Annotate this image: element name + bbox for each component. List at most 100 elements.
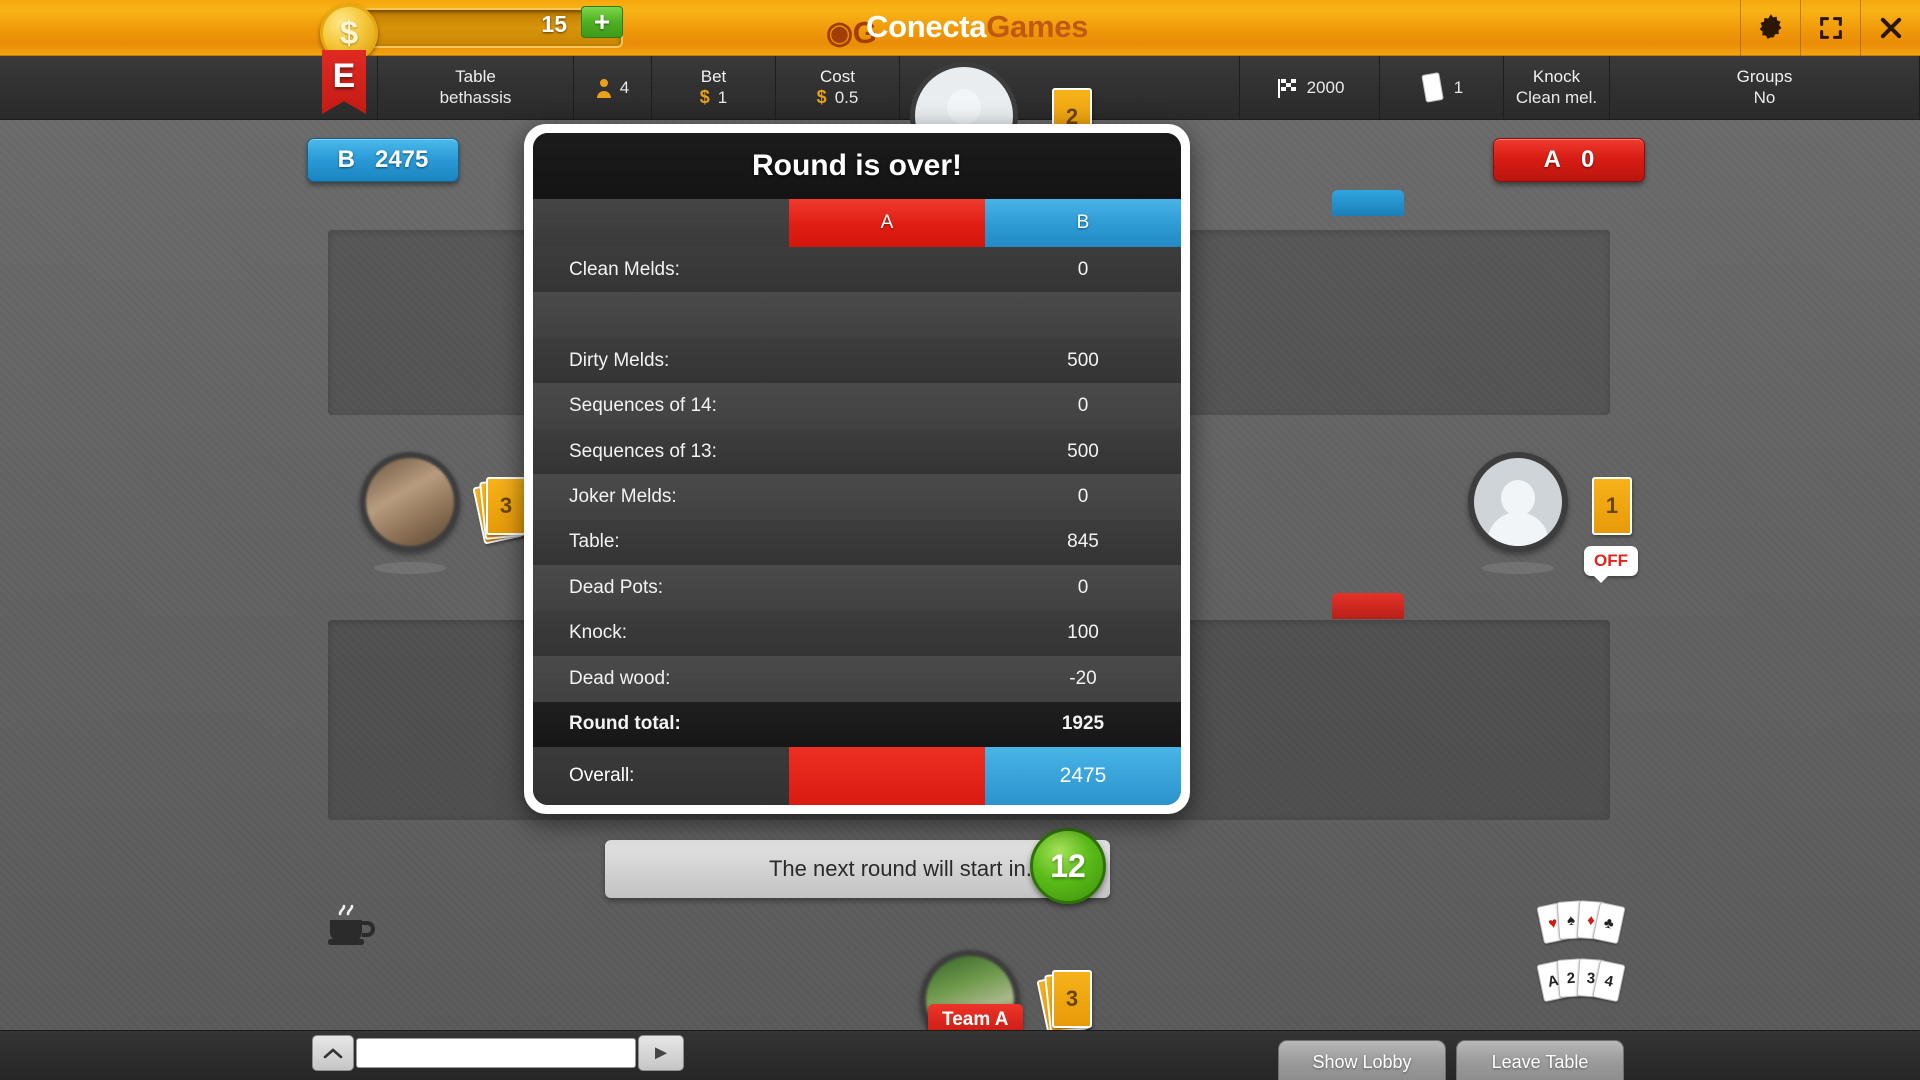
bottom-player-card-count: 3	[1052, 970, 1092, 1028]
score-row: Table: 845	[533, 519, 1181, 566]
card-icon	[1421, 71, 1444, 102]
checkered-flag-icon	[1277, 78, 1296, 98]
score-row-label: Knock:	[569, 622, 628, 644]
score-row-value-b: 0	[1077, 258, 1089, 280]
game-screen: 15 + $ ◉GConectaGames Table bethassis 4 …	[0, 0, 1920, 1080]
info-cell-players: 4	[574, 56, 652, 119]
score-row-value-b: 0	[1077, 395, 1089, 417]
gear-icon[interactable]	[1740, 0, 1800, 56]
score-row: Joker Melds: 0	[533, 474, 1181, 520]
chevron-up-icon[interactable]	[312, 1035, 354, 1071]
knock-label: Knock	[1532, 66, 1581, 86]
team-b-score: 2475	[374, 146, 429, 173]
team-b-letter: B	[337, 146, 355, 173]
score-row-value-b: -20	[1069, 667, 1097, 689]
card-suits-icon[interactable]: ♥ ♠ ♦ ♣	[1536, 900, 1628, 946]
right-player-status-badge: OFF	[1584, 546, 1638, 583]
right-player-card-fan: 1	[1588, 477, 1636, 543]
window-controls	[1740, 0, 1920, 56]
overall-value-team-a	[789, 747, 985, 805]
info-cell-goal: 2000	[1240, 56, 1380, 119]
score-row-value-b: 500	[1067, 440, 1099, 462]
cost-value: 0.5	[834, 87, 859, 107]
left-player-avatar[interactable]	[360, 452, 460, 552]
score-row-value-b: 0	[1077, 485, 1089, 507]
show-lobby-button[interactable]: Show Lobby	[1278, 1040, 1446, 1080]
round-over-dialog: Round is over! A B Clean Melds: 0 Dirty Me…	[524, 124, 1190, 814]
team-a-score: 0	[1580, 146, 1595, 173]
score-row: Sequences of 14: 0	[533, 383, 1181, 429]
card-ranks-icon[interactable]: A 2 3 4	[1536, 958, 1628, 1004]
send-arrow-icon[interactable]: ►	[638, 1035, 684, 1071]
table-value: bethassis	[439, 87, 512, 107]
score-row-label: Joker Melds:	[569, 485, 677, 507]
team-b-score-chip: B 2475	[307, 138, 459, 182]
dialog-title: Round is over!	[533, 133, 1181, 199]
brand-name-part2: Games	[986, 9, 1089, 44]
left-player-shadow	[374, 562, 446, 574]
left-player-card-fan: 3	[472, 477, 526, 545]
right-player-shadow	[1482, 562, 1554, 574]
top-bar: 15 + $ ◉GConectaGames	[0, 0, 1920, 62]
brand-name-part1: Conecta	[866, 9, 987, 44]
score-row-label: Sequences of 13:	[569, 440, 717, 462]
left-player-card-count: 3	[486, 477, 526, 535]
right-player-card-count: 1	[1592, 477, 1632, 535]
info-cell-decks: 1	[1380, 56, 1504, 119]
brand-logo: ◉GConectaGames	[826, 9, 1089, 50]
decks-value: 1	[1453, 77, 1464, 97]
info-cell-table: Table bethassis	[378, 56, 574, 119]
score-row-value-b: 500	[1067, 349, 1099, 371]
coin-amount: 15	[541, 11, 567, 37]
score-row: Clean Melds: 0	[533, 247, 1181, 293]
score-row: Round total: 1925	[533, 701, 1181, 747]
score-row: Dead Pots: 0	[533, 565, 1181, 611]
overall-row: Overall: 2475	[533, 747, 1181, 805]
score-row: Dead wood: -20	[533, 656, 1181, 702]
person-icon	[596, 78, 611, 98]
goal-value: 2000	[1306, 77, 1345, 97]
score-row	[533, 292, 1181, 338]
info-cell-bet: Bet $ 1	[652, 56, 776, 119]
bet-label: Bet	[700, 66, 727, 86]
info-cell-knock: Knock Clean mel.	[1504, 56, 1610, 119]
conectagames-logo-icon: ◉G	[826, 15, 877, 50]
score-row-value-b: 100	[1067, 622, 1099, 644]
close-icon[interactable]	[1860, 0, 1920, 56]
status-message-text: The next round will start in..	[768, 856, 1038, 881]
groups-value: No	[1753, 87, 1776, 107]
countdown-badge: 12	[1030, 828, 1106, 904]
bet-currency-icon: $	[699, 87, 710, 107]
team-a-score-chip: A 0	[1493, 138, 1645, 182]
coin-balance-widget[interactable]: 15 + $	[320, 4, 625, 62]
info-cell-cost: Cost $ 0.5	[776, 56, 900, 119]
overall-label: Overall:	[533, 747, 789, 805]
bottom-bar	[0, 1030, 1920, 1080]
score-table-body: Clean Melds: 0 Dirty Melds: 500 Sequences of…	[533, 247, 1181, 747]
score-row: Knock: 100	[533, 610, 1181, 657]
score-row-value-b: 845	[1067, 531, 1099, 553]
score-row-value-b: 1925	[1061, 713, 1105, 735]
knock-value: Clean mel.	[1515, 87, 1598, 107]
coffee-cup-icon[interactable]	[318, 900, 378, 954]
players-value: 4	[619, 77, 630, 97]
right-player-avatar[interactable]	[1468, 452, 1568, 552]
add-coins-button[interactable]: +	[581, 6, 623, 38]
column-header-team-b: B	[985, 199, 1181, 247]
score-row-label: Dead Pots:	[569, 576, 663, 598]
fullscreen-icon[interactable]	[1800, 0, 1860, 56]
score-row-label: Clean Melds:	[569, 258, 680, 280]
score-row: Sequences of 13: 500	[533, 428, 1181, 475]
leave-table-button[interactable]: Leave Table	[1456, 1040, 1624, 1080]
team-a-notch	[1332, 593, 1404, 619]
bet-value: 1	[717, 87, 728, 107]
chat-input[interactable]	[356, 1038, 636, 1068]
score-table-header: A B	[533, 199, 1181, 247]
team-b-notch	[1332, 190, 1404, 216]
table-label: Table	[455, 66, 496, 86]
bottom-player-card-fan: 3	[1036, 970, 1092, 1038]
score-row-label: Sequences of 14:	[569, 395, 717, 417]
cost-currency-icon: $	[816, 87, 827, 107]
score-row-label: Dirty Melds:	[569, 349, 670, 371]
cost-label: Cost	[820, 66, 855, 86]
